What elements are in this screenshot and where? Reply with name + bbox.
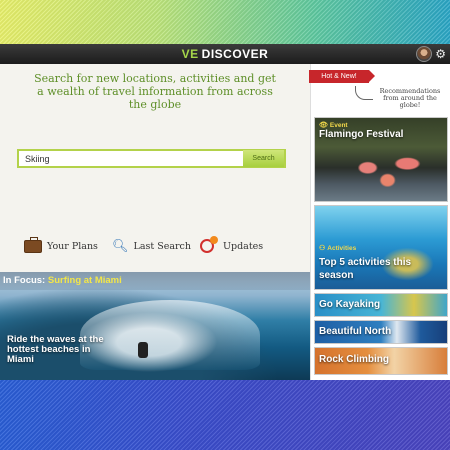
- updates-icon: [200, 236, 218, 253]
- event-badge: 👁︎ Event: [319, 121, 348, 130]
- card-title: Beautiful North: [319, 326, 392, 337]
- in-focus-caption: Ride the waves at the hottest beaches in…: [7, 334, 104, 365]
- brand-name: DISCOVER: [201, 47, 269, 61]
- updates-link[interactable]: Updates: [200, 236, 263, 256]
- card-rock-climbing[interactable]: Rock Climbing: [314, 347, 448, 375]
- eye-icon: 👁︎: [319, 122, 328, 129]
- binoculars-icon: ⚇: [319, 245, 326, 252]
- app-title: VE DISCOVER: [182, 47, 269, 61]
- event-badge-label: Event: [329, 121, 348, 129]
- search-input[interactable]: [19, 151, 243, 166]
- last-search-link[interactable]: 🔍︎ Last Search: [112, 236, 191, 256]
- brand-prefix: VE: [181, 47, 199, 61]
- your-plans-label: Your Plans: [47, 240, 98, 252]
- last-search-label: Last Search: [133, 240, 191, 252]
- tagline: Search for new locations, activities and…: [34, 72, 276, 111]
- your-plans-link[interactable]: Your Plans: [24, 236, 98, 256]
- updates-label: Updates: [223, 240, 264, 252]
- curved-arrow-icon: [355, 86, 373, 100]
- app-window: VE DISCOVER ⚙ Search for new locations, a…: [0, 44, 450, 380]
- background-top: [0, 0, 450, 44]
- card-title: Flamingo Festival: [319, 129, 404, 140]
- card-top-activities[interactable]: ⚇ Activities Top 5 activities this seaso…: [314, 205, 448, 290]
- search-button[interactable]: Search: [243, 150, 284, 167]
- top-bar: VE DISCOVER ⚙: [0, 44, 450, 64]
- search-bar: Search: [17, 149, 286, 168]
- card-go-kayaking[interactable]: Go Kayaking: [314, 293, 448, 317]
- card-title: Top 5 activities this season: [319, 257, 412, 281]
- main-panel: Search for new locations, activities and…: [0, 64, 310, 380]
- card-title: Go Kayaking: [319, 299, 381, 310]
- card-beautiful-north[interactable]: Beautiful North: [314, 320, 448, 344]
- avatar[interactable]: [416, 46, 432, 62]
- in-focus-title: Surfing at Miami: [47, 275, 122, 286]
- gear-icon[interactable]: ⚙: [435, 46, 446, 62]
- quick-links: Your Plans 🔍︎ Last Search Updates: [24, 236, 294, 256]
- briefcase-icon: [24, 236, 42, 253]
- activities-badge-label: Activities: [327, 244, 357, 252]
- in-focus-prefix: In Focus:: [3, 275, 46, 286]
- magnifier-icon: 🔍︎: [112, 238, 129, 253]
- hot-new-ribbon: Hot & New!: [309, 70, 375, 83]
- card-flamingo-festival[interactable]: 👁︎ Event Flamingo Festival: [314, 117, 448, 202]
- wave-image: [80, 300, 260, 370]
- surfer-image: [138, 342, 148, 358]
- activities-badge: ⚇ Activities: [319, 244, 357, 253]
- ribbon-caption: Recommendations from around the globe!: [379, 87, 441, 109]
- hot-new-sidebar: Hot & New! Recommendations from around t…: [309, 64, 450, 380]
- card-title: Rock Climbing: [319, 354, 390, 365]
- in-focus-header: In Focus: Surfing at Miami: [0, 272, 310, 290]
- background-bottom: [0, 380, 450, 450]
- in-focus-banner[interactable]: In Focus: Surfing at Miami Ride the wave…: [0, 272, 310, 380]
